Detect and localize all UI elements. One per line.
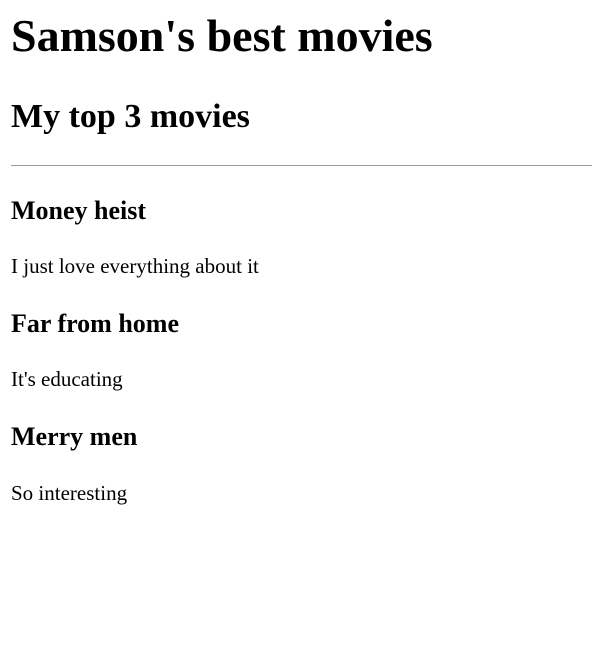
movie-comment: It's educating bbox=[11, 367, 123, 391]
movie-comment: I just love everything about it bbox=[11, 254, 259, 278]
movie-title: Far from home bbox=[11, 309, 179, 338]
page-title: Samson's best movies bbox=[11, 10, 433, 61]
movie-item: Far from home It's educating bbox=[11, 309, 587, 392]
section-heading: My top 3 movies bbox=[11, 98, 250, 135]
movie-title: Merry men bbox=[11, 422, 138, 451]
movie-title: Money heist bbox=[11, 196, 147, 225]
divider bbox=[11, 165, 592, 166]
movie-comment: So interesting bbox=[11, 481, 128, 505]
movie-item: Merry men So interesting bbox=[11, 422, 587, 506]
movie-item: Money heist I just love everything about… bbox=[11, 196, 587, 279]
page-content: Samson's best movies My top 3 movies Mon… bbox=[0, 10, 598, 506]
